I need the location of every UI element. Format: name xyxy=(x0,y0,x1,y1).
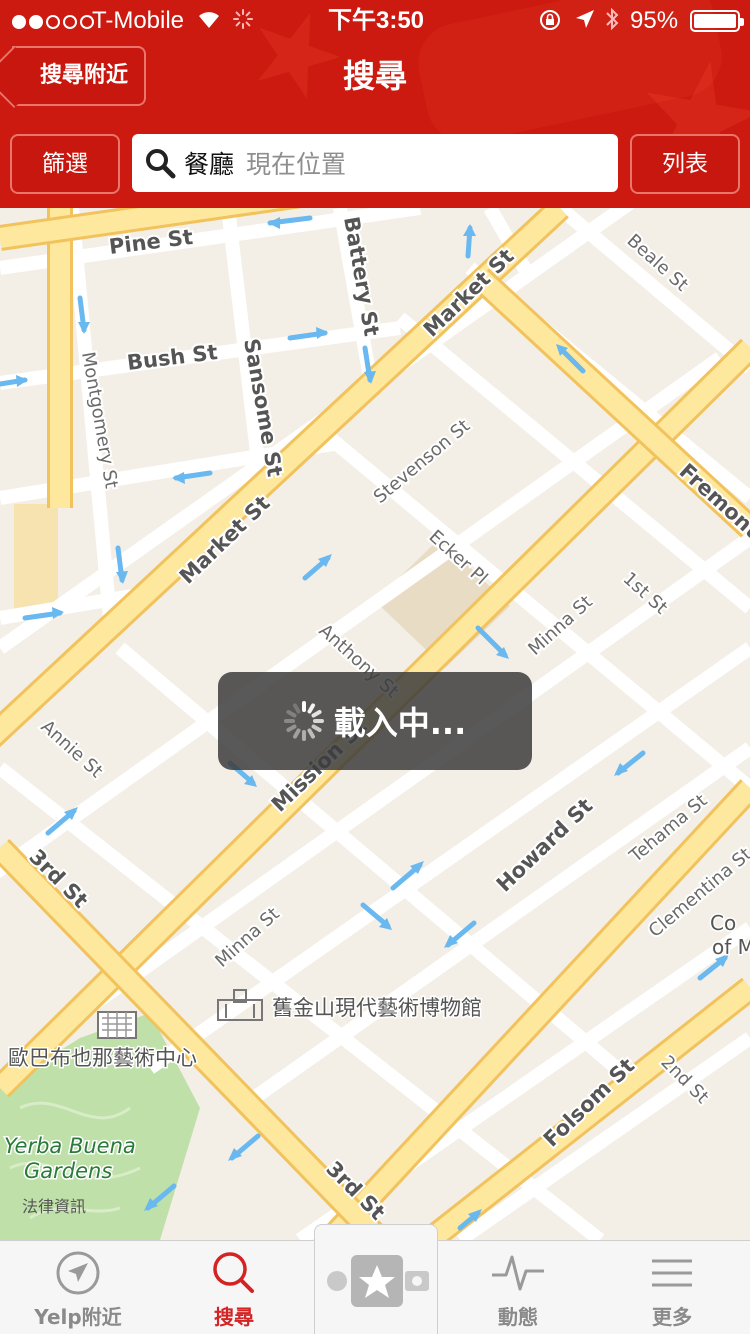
bluetooth-icon xyxy=(604,6,620,40)
poi-label-yerba-buena-center: 歐巴布也那藝術中心 xyxy=(8,1046,197,1070)
menu-lines-icon xyxy=(612,1249,732,1295)
poi-label-sfmoma: 舊金山現代藝術博物館 xyxy=(272,996,482,1020)
park-label-line1: Yerba Buena xyxy=(4,1134,136,1158)
carrier-name: T-Mobile xyxy=(92,7,185,34)
page-title: 搜尋 xyxy=(342,57,407,95)
star-camera-icon xyxy=(327,1255,429,1307)
search-term: 餐廳 xyxy=(184,150,235,179)
poi-label-cutoff-2: of M xyxy=(712,935,750,959)
loading-text: 載入中... xyxy=(333,704,467,742)
park-label-line2: Gardens xyxy=(24,1159,112,1183)
street-label-pine: Pine St xyxy=(108,225,195,259)
street-label-market-top: Market St xyxy=(419,244,519,342)
location-arrow-icon xyxy=(18,1249,138,1295)
rotation-lock-icon xyxy=(538,8,562,40)
search-icon xyxy=(146,149,176,179)
status-time: 下午3:50 xyxy=(328,7,425,34)
street-label-folsom: Folsom St xyxy=(539,1053,639,1151)
activity-spinner-icon xyxy=(232,8,254,38)
street-label-ecker: Ecker Pl xyxy=(425,526,492,589)
street-label-3rd-bottom: 3rd St xyxy=(321,1157,389,1225)
loading-indicator: 載入中... xyxy=(218,672,532,770)
street-label-minna-top: Minna St xyxy=(524,592,596,660)
street-label-3rd-top: 3rd St xyxy=(24,845,92,913)
filter-button[interactable]: 篩選 xyxy=(10,134,120,194)
tab-add-review-photo[interactable] xyxy=(314,1224,438,1334)
status-bar: T-Mobile 下午3:50 95% xyxy=(0,0,750,40)
poi-label-cutoff: Co xyxy=(710,911,736,935)
loading-spinner-icon xyxy=(283,701,324,741)
street-label-market-mid: Market St xyxy=(175,491,275,589)
street-label-montgomery: Montgomery St xyxy=(77,350,122,490)
tab-search[interactable]: 搜尋 xyxy=(174,1241,294,1334)
activity-pulse-icon xyxy=(458,1249,578,1295)
tab-nearby-label: Yelp附近 xyxy=(34,1305,122,1329)
list-view-button[interactable]: 列表 xyxy=(630,134,740,194)
street-label-annie: Annie St xyxy=(37,716,107,782)
street-label-fremont: Fremont xyxy=(675,459,750,543)
street-label-howard: Howard St xyxy=(492,794,597,897)
map-view[interactable]: Pine St Bush St Battery St Sansome St Mo… xyxy=(0,208,750,1240)
street-label-minna-bottom: Minna St xyxy=(211,904,283,972)
street-label-1st: 1st St xyxy=(619,568,672,618)
battery-icon xyxy=(690,10,744,32)
street-label-stevenson: Stevenson St xyxy=(370,415,474,507)
tab-more-label: 更多 xyxy=(652,1305,692,1329)
tab-more[interactable]: 更多 xyxy=(612,1241,732,1334)
legal-link[interactable]: 法律資訊 xyxy=(22,1197,86,1216)
header: T-Mobile 下午3:50 95% 搜尋附近 搜尋 篩選 餐廳 現在位置 列… xyxy=(0,0,750,208)
street-label-bush: Bush St xyxy=(126,340,219,375)
app-screen: T-Mobile 下午3:50 95% 搜尋附近 搜尋 篩選 餐廳 現在位置 列… xyxy=(0,0,750,1334)
street-label-battery: Battery St xyxy=(339,215,384,338)
battery-percent: 95% xyxy=(630,7,679,34)
search-location: 現在位置 xyxy=(246,150,347,179)
tab-search-label: 搜尋 xyxy=(214,1305,254,1329)
search-input[interactable]: 餐廳 現在位置 xyxy=(132,134,618,192)
street-label-2nd: 2nd St xyxy=(656,1052,712,1108)
street-label-beale: Beale St xyxy=(623,230,693,296)
wifi-icon xyxy=(196,8,222,38)
search-icon xyxy=(174,1249,294,1295)
tab-activity-label: 動態 xyxy=(498,1305,538,1329)
signal-strength-icon xyxy=(12,6,97,36)
tab-activity[interactable]: 動態 xyxy=(458,1241,578,1334)
location-services-icon xyxy=(574,8,596,38)
tab-nearby[interactable]: Yelp附近 xyxy=(18,1241,138,1334)
street-label-tehama: Tehama St xyxy=(625,790,711,867)
street-label-sansome: Sansome St xyxy=(239,337,287,479)
